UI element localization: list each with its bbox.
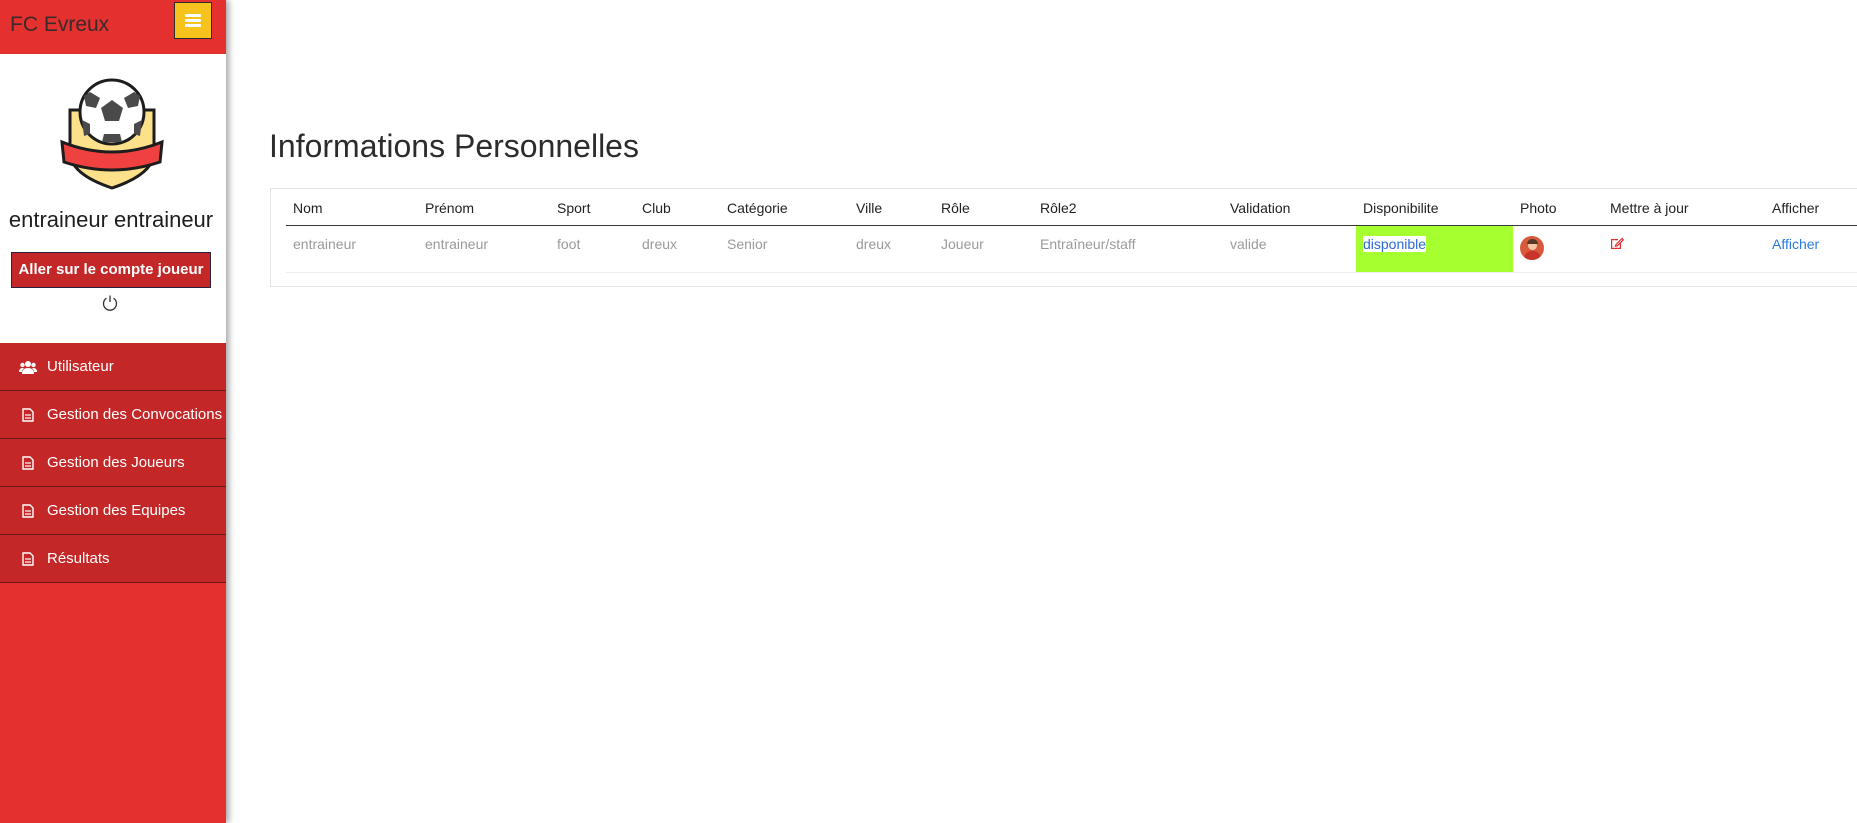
column-header-prenom: Prénom [418,189,550,226]
document-icon [18,453,38,473]
column-header-role2: Rôle2 [1033,189,1223,226]
cell-afficher: Afficher [1765,225,1857,273]
cell-validation: valide [1223,225,1356,273]
afficher-link[interactable]: Afficher [1772,236,1819,252]
document-icon [18,549,38,569]
hamburger-icon [185,14,201,27]
sidebar-item-label: Utilisateur [47,358,114,375]
column-header-disponibilite: Disponibilite [1356,189,1513,226]
column-header-validation: Validation [1223,189,1356,226]
cell-role: Joueur [934,225,1033,273]
club-logo [60,78,164,190]
column-header-categorie: Catégorie [720,189,849,226]
sidebar-nav: Utilisateur Gestion des Convocations Ges… [0,343,226,583]
sidebar-item-utilisateur[interactable]: Utilisateur [0,343,226,391]
personal-info-card: Nom Prénom Sport Club Catégorie Ville Rô… [270,188,1857,287]
sidebar: FC Evreux entraineur entraineur Aller su… [0,0,226,823]
cell-mettre-a-jour [1603,225,1765,273]
sidebar-item-label: Résultats [47,550,110,567]
menu-toggle-button[interactable] [174,2,212,39]
column-header-photo: Photo [1513,189,1603,226]
cell-club: dreux [635,225,720,273]
sidebar-item-label: Gestion des Equipes [47,502,186,519]
brand-title: FC Evreux [10,13,110,36]
avatar-icon [1520,235,1544,260]
column-header-ville: Ville [849,189,934,226]
cell-nom: entraineur [286,225,418,273]
profile-name: entraineur entraineur [8,207,214,232]
sidebar-item-label: Gestion des Joueurs [47,454,185,471]
column-header-club: Club [635,189,720,226]
page-title: Informations Personnelles [269,128,639,164]
column-header-role: Rôle [934,189,1033,226]
switch-to-player-account-button[interactable]: Aller sur le compte joueur [11,252,211,288]
personal-info-table: Nom Prénom Sport Club Catégorie Ville Rô… [286,189,1857,273]
edit-icon[interactable] [1610,236,1625,250]
cell-sport: foot [550,225,635,273]
column-header-afficher: Afficher [1765,189,1857,226]
sidebar-header: FC Evreux [0,0,226,54]
cell-disponibilite: disponible [1356,225,1513,273]
table-row: entraineur entraineur foot dreux Senior … [286,225,1857,273]
users-icon [18,357,38,377]
table-header-row: Nom Prénom Sport Club Catégorie Ville Rô… [286,189,1857,226]
column-header-mettre-a-jour: Mettre à jour [1603,189,1765,226]
column-header-sport: Sport [550,189,635,226]
cell-categorie: Senior [720,225,849,273]
availability-link[interactable]: disponible [1363,235,1427,252]
profile-panel: entraineur entraineur Aller sur le compt… [0,54,226,343]
sidebar-item-joueurs[interactable]: Gestion des Joueurs [0,439,226,487]
sidebar-item-label: Gestion des Convocations [47,406,223,423]
document-icon [18,501,38,521]
column-header-nom: Nom [286,189,418,226]
sidebar-item-equipes[interactable]: Gestion des Equipes [0,487,226,535]
main-content: Informations Personnelles Nom Prénom Spo… [226,0,1857,823]
cell-role2: Entraîneur/staff [1033,225,1223,273]
cell-ville: dreux [849,225,934,273]
sidebar-item-convocations[interactable]: Gestion des Convocations [0,391,226,439]
power-icon[interactable] [101,294,119,312]
document-icon [18,405,38,425]
cell-prenom: entraineur [418,225,550,273]
cell-photo [1513,225,1603,273]
sidebar-item-resultats[interactable]: Résultats [0,535,226,583]
